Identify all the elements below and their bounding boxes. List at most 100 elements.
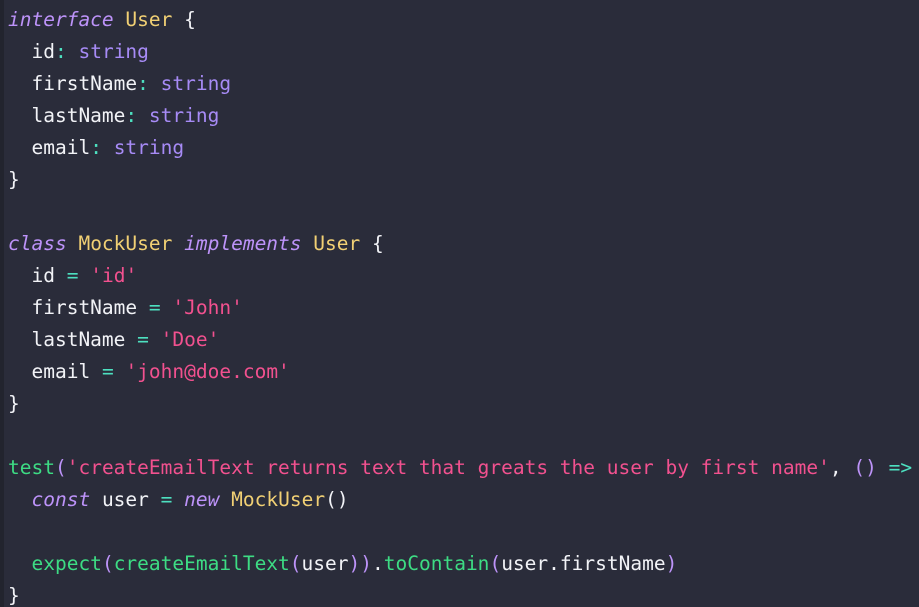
code-editor[interactable]: interface User { id: string firstName: s…: [0, 0, 919, 607]
code-token-punc: [90, 488, 102, 511]
code-token-kw: implements: [184, 232, 302, 255]
code-token-op: :: [137, 72, 149, 95]
code-token-punc: [55, 264, 67, 287]
code-token-str: 'Doe': [160, 328, 220, 351]
code-token-punc: [8, 552, 31, 575]
code-token-prop: email: [31, 136, 91, 159]
code-token-prop: lastName: [31, 328, 126, 351]
code-token-op: =: [148, 296, 161, 319]
code-token-op: :: [90, 136, 102, 159]
code-token-str: 'createEmailText returns text that great…: [66, 456, 830, 479]
code-token-id: user: [301, 552, 349, 575]
code-token-paren: (: [54, 456, 67, 479]
code-token-typ: MockUser: [78, 232, 173, 255]
code-token-id: user: [101, 488, 149, 511]
code-token-punc: [67, 40, 79, 63]
code-line: }: [0, 388, 919, 420]
code-token-punc: {: [184, 8, 196, 31]
code-token-punc: [172, 8, 184, 31]
code-token-prop: firstName: [31, 72, 138, 95]
code-line: email: string: [0, 132, 919, 164]
code-token-id: firstName: [559, 552, 666, 575]
code-token-punc: [172, 488, 184, 511]
code-token-paren: (: [289, 552, 302, 575]
code-token-fn: expect: [31, 552, 102, 575]
code-token-prop: firstName: [31, 296, 138, 319]
code-token-punc: [125, 328, 137, 351]
code-token-punc: [149, 72, 161, 95]
code-token-kw: class: [8, 232, 67, 255]
code-token-punc: [161, 296, 173, 319]
code-line: firstName: string: [0, 68, 919, 100]
code-token-punc: [360, 232, 372, 255]
code-token-punc: [8, 104, 31, 127]
code-token-op: :: [125, 104, 138, 127]
code-token-punc: [149, 488, 161, 511]
code-token-id: user: [501, 552, 549, 575]
code-line: expect(createEmailText(user)).toContain(…: [0, 548, 919, 580]
code-token-punc: [114, 360, 126, 383]
code-line: id = 'id': [0, 260, 919, 292]
code-token-punc: .: [372, 552, 384, 575]
code-token-type: string: [78, 40, 149, 63]
code-token-prop: id: [31, 264, 55, 287]
code-token-punc: [8, 360, 31, 383]
code-line: const user = new MockUser(): [0, 484, 919, 516]
code-line: lastName = 'Doe': [0, 324, 919, 356]
code-line: class MockUser implements User {: [0, 228, 919, 260]
code-token-punc: }: [8, 168, 20, 191]
code-token-punc: ,: [829, 456, 842, 479]
code-token-type: string: [113, 136, 185, 159]
code-token-punc: [219, 488, 231, 511]
code-token-str: 'john@doe.com': [125, 360, 290, 383]
code-token-punc: [8, 40, 31, 63]
code-token-punc: [8, 488, 31, 511]
code-token-punc: [137, 296, 149, 319]
code-token-punc: [90, 360, 102, 383]
code-token-str: 'John': [172, 296, 243, 319]
code-token-punc: [102, 136, 114, 159]
code-token-punc: .: [548, 552, 560, 575]
code-token-op: =>: [888, 456, 913, 479]
code-token-paren: (: [489, 552, 502, 575]
code-token-punc: [8, 72, 31, 95]
code-token-paren: ): [665, 552, 678, 575]
code-token-punc: [78, 264, 90, 287]
code-token-kw: new: [184, 488, 220, 511]
code-token-fn: createEmailText: [113, 552, 290, 575]
code-token-punc: [114, 8, 126, 31]
code-line: interface User {: [0, 4, 919, 36]
code-token-type: string: [148, 104, 220, 127]
code-token-punc: (: [325, 488, 337, 511]
code-token-op: =: [101, 360, 114, 383]
code-token-punc: [8, 296, 31, 319]
code-token-fn: toContain: [383, 552, 490, 575]
code-line: lastName: string: [0, 100, 919, 132]
code-token-paren: ): [865, 456, 877, 479]
code-token-paren: (: [101, 552, 114, 575]
code-token-prop: email: [31, 360, 91, 383]
code-token-fn: test: [8, 456, 55, 479]
code-token-typ: MockUser: [231, 488, 326, 511]
code-token-kw: interface: [8, 8, 114, 31]
code-token-paren: ): [348, 552, 361, 575]
code-token-punc: [172, 232, 184, 255]
code-line: }: [0, 164, 919, 196]
code-token-punc: [8, 136, 31, 159]
code-token-op: :: [54, 40, 67, 63]
code-token-punc: }: [8, 584, 20, 607]
code-token-op: =: [160, 488, 173, 511]
code-token-punc: [149, 328, 161, 351]
code-line: test('createEmailText returns text that …: [0, 452, 919, 484]
code-token-punc: [877, 456, 889, 479]
editor-gutter-strip: [0, 0, 4, 607]
code-content[interactable]: interface User { id: string firstName: s…: [0, 0, 919, 607]
code-token-punc: [8, 264, 31, 287]
code-token-punc: [842, 456, 854, 479]
code-line: email = 'john@doe.com': [0, 356, 919, 388]
code-token-punc: [302, 232, 314, 255]
code-token-punc: {: [372, 232, 384, 255]
